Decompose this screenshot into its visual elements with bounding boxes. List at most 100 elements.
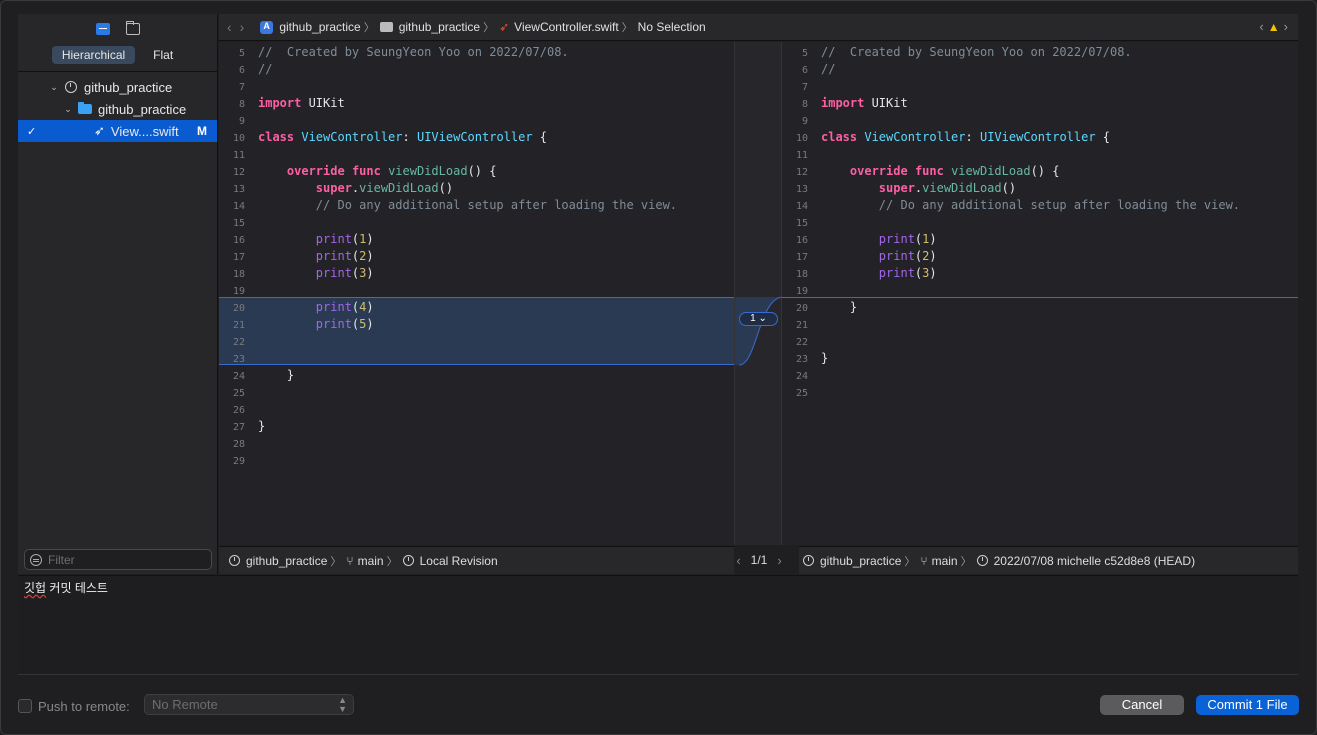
breadcrumb-item[interactable]: github_practice: [399, 20, 480, 34]
line-number: 12: [795, 167, 808, 178]
code-line: 11: [219, 146, 734, 163]
segment-flat[interactable]: Flat: [143, 46, 183, 64]
segment-hierarchical[interactable]: Hierarchical: [51, 46, 136, 64]
line-number: 25: [232, 388, 245, 399]
code-line: 29: [219, 452, 734, 469]
line-number: 7: [238, 82, 245, 93]
filter-placeholder: Filter: [48, 552, 75, 567]
code-line: 16 print(1): [219, 231, 734, 248]
folder-icon[interactable]: [125, 21, 140, 35]
chevron-left-icon[interactable]: ‹: [1259, 19, 1263, 34]
code-line: 12 override func viewDidLoad() {: [782, 163, 1298, 180]
line-number: 16: [232, 235, 245, 246]
breadcrumb-item[interactable]: ViewController.swift: [514, 20, 618, 34]
cancel-button[interactable]: Cancel: [1100, 695, 1184, 715]
hierarchy-icon[interactable]: [95, 23, 110, 35]
line-number: 9: [238, 116, 245, 127]
code-line: 10 class ViewController: UIViewController…: [782, 129, 1298, 146]
line-number: 17: [795, 252, 808, 263]
back-forward-arrows[interactable]: ‹›: [227, 19, 252, 35]
line-number: 16: [795, 235, 808, 246]
chevron-right-icon: 〉: [386, 555, 398, 568]
breadcrumb-item[interactable]: github_practice: [279, 20, 360, 34]
code-line: 25: [219, 384, 734, 401]
line-number: 20: [232, 303, 245, 314]
code-line: 25: [782, 384, 1298, 401]
status-revision[interactable]: 2022/07/08 michelle c52d8e8 (HEAD): [994, 554, 1195, 568]
code-text: override func viewDidLoad() {: [286, 164, 497, 178]
code-line: 10 class ViewController: UIViewController…: [219, 129, 734, 146]
next-change-icon[interactable]: ›: [777, 553, 781, 568]
chevron-down-icon[interactable]: ⌄: [62, 104, 74, 115]
line-number: 18: [232, 269, 245, 280]
tree-item-folder[interactable]: ⌄ github_practice: [18, 98, 217, 120]
line-number: 10: [795, 133, 808, 144]
line-number: 27: [232, 422, 245, 433]
line-number: 24: [795, 371, 808, 382]
chevron-right-icon: 〉: [904, 555, 916, 568]
code-line: 19: [219, 282, 734, 299]
line-number: 15: [232, 218, 245, 229]
code-line: 11: [782, 146, 1298, 163]
clock-icon: [803, 555, 814, 566]
code-line: 23: [219, 350, 734, 367]
commit-message-text: 커밋 테스트: [46, 581, 108, 595]
code-line: 20 }: [782, 299, 1298, 316]
line-number: 11: [795, 150, 808, 161]
chevron-down-icon[interactable]: ⌄: [48, 82, 60, 93]
breadcrumb-item[interactable]: No Selection: [638, 20, 706, 34]
chevron-right-icon: 〉: [363, 22, 375, 34]
change-count-button[interactable]: 1 ⌄: [739, 312, 778, 326]
push-to-remote-checkbox[interactable]: [18, 699, 32, 713]
filter-field[interactable]: Filter: [24, 549, 212, 570]
clock-icon: [976, 555, 988, 566]
tree-item-repository[interactable]: ⌄ github_practice: [18, 76, 217, 98]
status-branch[interactable]: main: [358, 554, 384, 568]
code-line: 17 print(2): [219, 248, 734, 265]
line-number: 19: [795, 286, 808, 297]
tree-item-file[interactable]: ✓ ➶ View....swift M: [18, 120, 217, 142]
line-number: 13: [795, 184, 808, 195]
code-line: 22: [782, 333, 1298, 350]
code-text: print(1): [878, 232, 937, 246]
commit-button[interactable]: Commit 1 File: [1196, 695, 1299, 715]
status-branch[interactable]: main: [932, 554, 958, 568]
status-revision[interactable]: Local Revision: [420, 554, 498, 568]
commit-message-field[interactable]: 깃헙 커밋 테스트: [18, 575, 1298, 675]
folder-icon: [379, 22, 393, 32]
code-line: 9: [782, 112, 1298, 129]
code-text: class ViewController: UIViewController {: [258, 130, 548, 144]
code-line: 9: [219, 112, 734, 129]
code-text: override func viewDidLoad() {: [849, 164, 1060, 178]
tree-item-label: github_practice: [98, 101, 187, 117]
diff-connector: [735, 296, 783, 366]
line-number: 10: [232, 133, 245, 144]
issue-navigation[interactable]: ‹ ▲ ›: [1259, 19, 1288, 34]
code-text: }: [258, 368, 295, 382]
local-revision-editor[interactable]: 5 // Created by SeungYeon Yoo on 2022/07/…: [219, 42, 734, 545]
code-line: 27}: [219, 418, 734, 435]
code-line: 22: [219, 333, 734, 350]
remote-select[interactable]: No Remote ▲ ▼: [144, 694, 354, 715]
head-revision-editor[interactable]: 5 // Created by SeungYeon Yoo on 2022/07/…: [782, 42, 1298, 545]
status-project[interactable]: github_practice: [820, 554, 901, 568]
code-line: 20 print(4): [219, 299, 734, 316]
checkmark-icon[interactable]: ✓: [27, 125, 36, 138]
line-number: 20: [795, 303, 808, 314]
left-status-bar: github_practice 〉 ⑂ main 〉 Local Revisio…: [219, 546, 734, 574]
code-text: //: [258, 62, 273, 76]
code-line: 6 //: [782, 61, 1298, 78]
code-text: // Do any additional setup after loading…: [821, 198, 1241, 212]
code-line: 23}: [782, 350, 1298, 367]
branch-icon: ⑂: [920, 553, 928, 568]
code-line: 26: [219, 401, 734, 418]
code-text: import UIKit: [821, 96, 908, 110]
code-line: 13 super.viewDidLoad(): [219, 180, 734, 197]
previous-change-icon[interactable]: ‹: [736, 553, 740, 568]
line-number: 29: [232, 456, 245, 467]
line-number: 14: [232, 201, 245, 212]
line-number: 28: [232, 439, 245, 450]
clock-icon: [402, 555, 414, 566]
chevron-right-icon[interactable]: ›: [1284, 19, 1288, 34]
status-project[interactable]: github_practice: [246, 554, 327, 568]
